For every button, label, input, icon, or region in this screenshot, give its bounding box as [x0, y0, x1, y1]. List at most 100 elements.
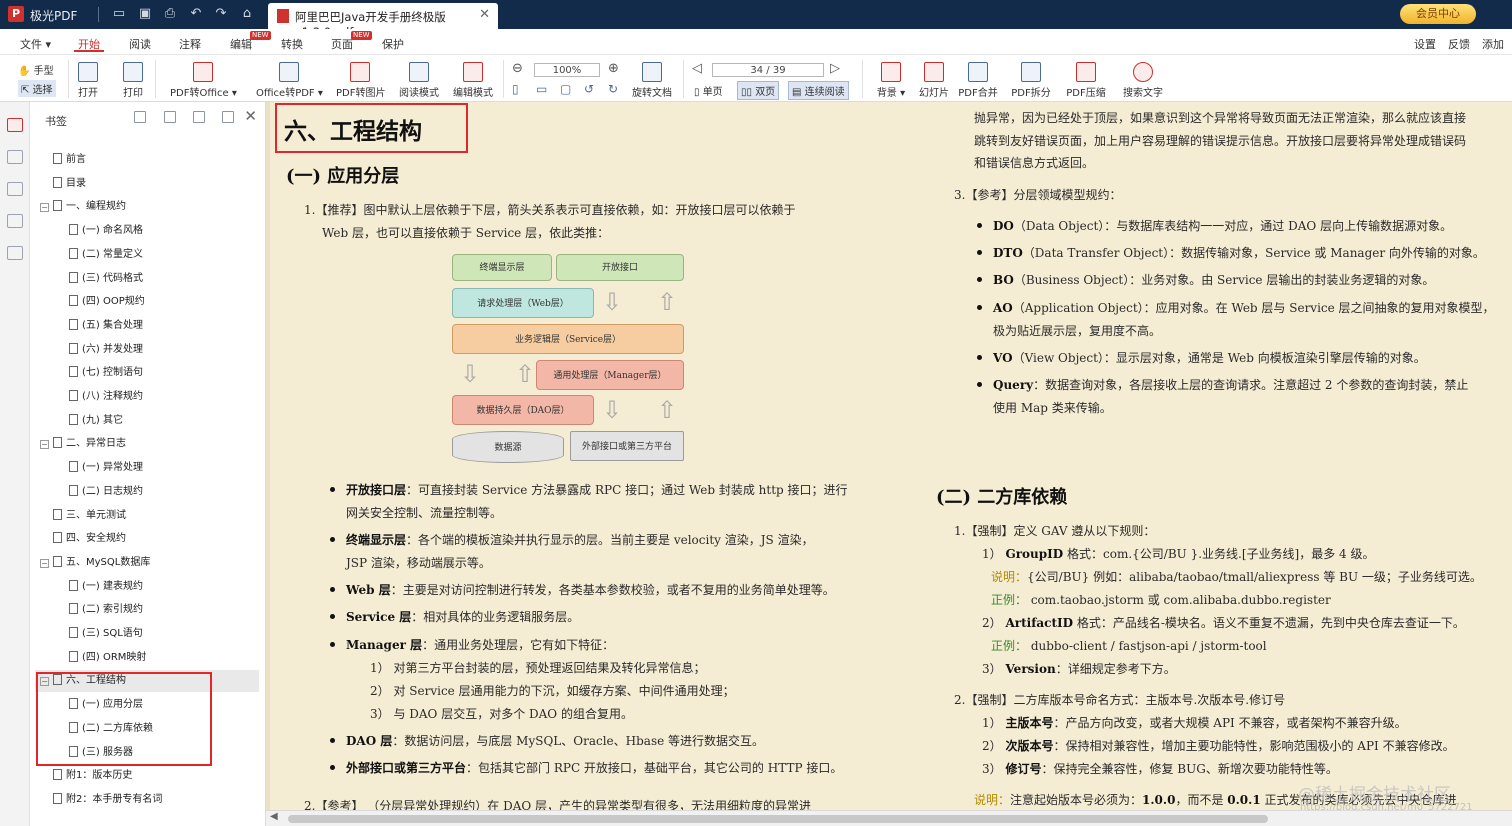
menu-page[interactable]: 页面 NEW — [331, 31, 372, 52]
bookmark-icon — [53, 769, 62, 781]
bookmark-item[interactable]: (一) 建表规约 — [69, 576, 251, 598]
annotation-panel-icon[interactable] — [7, 182, 23, 196]
menu-convert[interactable]: 转换 — [281, 36, 303, 52]
edit-icon — [463, 62, 483, 82]
bookmark-item[interactable]: (四) ORM映射 — [69, 647, 251, 669]
bookmark-item[interactable]: (二) 常量定义 — [69, 244, 251, 266]
menu-annotate[interactable]: 注释 — [179, 36, 201, 52]
next-page-icon[interactable]: ▷ — [830, 61, 840, 76]
horizontal-scrollbar[interactable]: ◀ — [266, 810, 1512, 826]
save-icon[interactable]: ▣ — [136, 5, 154, 23]
bookmark-item[interactable]: 附1：版本历史 — [40, 765, 251, 787]
collapse-toggle-icon[interactable]: − — [40, 203, 49, 213]
fit-page-icon[interactable]: ▯ — [512, 82, 519, 96]
bookmark-item[interactable]: (二) 索引规约 — [69, 599, 251, 621]
bookmark-item[interactable]: (三) 代码格式 — [69, 268, 251, 290]
add-bookmark-icon[interactable] — [193, 111, 205, 123]
menu-settings[interactable]: 设置 — [1414, 36, 1436, 52]
rotate-document-button[interactable]: 旋转文档 — [632, 62, 672, 99]
bookmark-item[interactable]: (一) 异常处理 — [69, 457, 251, 479]
diagram-web-layer: 请求处理层（Web层） — [452, 288, 594, 318]
diagram-open-api-layer: 开放接口 — [556, 254, 684, 281]
close-tab-icon[interactable]: ✕ — [479, 7, 490, 22]
menu-read[interactable]: 阅读 — [129, 36, 151, 52]
actual-size-icon[interactable]: ▢ — [560, 82, 571, 96]
select-tool[interactable]: ⇱ 选择 — [18, 80, 56, 97]
menu-edit[interactable]: 编辑 NEW — [230, 31, 271, 52]
redo-icon[interactable]: ↷ — [212, 5, 230, 23]
read-mode-button[interactable]: 阅读模式 — [398, 62, 440, 99]
bookmark-item[interactable]: (二) 日志规约 — [69, 481, 251, 503]
continuous-reading-button[interactable]: ▤ 连续阅读 — [788, 81, 849, 100]
menu-file[interactable]: 文件 ▾ — [20, 36, 51, 52]
scrollbar-thumb[interactable] — [288, 815, 1268, 823]
rotate-right-icon[interactable]: ↻ — [608, 82, 618, 96]
bookmark-item[interactable]: (五) 集合处理 — [69, 315, 251, 337]
vip-center-button[interactable]: 会员中心 — [1400, 4, 1476, 24]
office-to-pdf-button[interactable]: Office转PDF ▾ — [256, 62, 323, 99]
background-button[interactable]: 背景 ▾ — [874, 62, 908, 99]
hand-tool[interactable]: ✋ 手型 — [18, 62, 54, 77]
print-icon[interactable]: ⎙ — [161, 5, 179, 23]
open-button[interactable]: 打开 — [76, 62, 100, 99]
rotate-left-icon[interactable]: ↺ — [584, 82, 594, 96]
previous-page-icon[interactable]: ◁ — [692, 61, 702, 76]
bookmark-item[interactable]: (六) 并发处理 — [69, 339, 251, 361]
pdf-compress-button[interactable]: PDF压缩 — [1066, 62, 1106, 99]
bookmark-item[interactable]: 附2：本手册专有名词 — [40, 789, 251, 811]
document-tab[interactable]: 阿里巴巴Java开发手册终极版v1.3.0.pdf ✕ — [268, 3, 498, 39]
page-number-input[interactable]: 34 / 39 — [712, 63, 824, 77]
paragraph-line: 1.【推荐】图中默认上层依赖于下层，箭头关系表示可直接依赖，如：开放接口层可以依… — [304, 203, 796, 217]
pdf-to-image-button[interactable]: PDF转图片 — [336, 62, 385, 99]
bookmark-item[interactable]: (四) OOP规约 — [69, 291, 251, 313]
zoom-out-icon[interactable]: ⊖ — [512, 61, 523, 76]
menu-protect[interactable]: 保护 — [382, 36, 404, 52]
single-page-button[interactable]: ▯ 单页 — [694, 83, 723, 98]
scroll-left-icon[interactable]: ◀ — [270, 811, 278, 822]
bookmark-item[interactable]: (三) SQL语句 — [69, 623, 251, 645]
pdf-merge-button[interactable]: PDF合并 — [958, 62, 998, 99]
expand-all-icon[interactable] — [134, 111, 146, 123]
bookmark-item[interactable]: − 五、MySQL数据库 — [40, 552, 251, 574]
collapse-all-icon[interactable] — [164, 111, 176, 123]
pdf-to-office-button[interactable]: PDF转Office ▾ — [170, 62, 237, 99]
undo-icon[interactable]: ↶ — [187, 5, 205, 23]
bookmark-item[interactable]: (八) 注释规约 — [69, 386, 251, 408]
bookmark-item[interactable]: 前言 — [40, 149, 251, 171]
edit-mode-button[interactable]: 编辑模式 — [452, 62, 494, 99]
collapse-toggle-icon[interactable]: − — [40, 558, 49, 568]
home-icon[interactable]: ⌂ — [238, 5, 256, 23]
collapse-toggle-icon[interactable]: − — [40, 440, 49, 450]
slideshow-button[interactable]: 幻灯片 — [917, 62, 951, 99]
bookmark-item[interactable]: (九) 其它 — [69, 410, 251, 432]
bullet-term: 终端显示层 — [346, 533, 407, 547]
double-page-button[interactable]: ▯▯ 双页 — [737, 81, 780, 100]
pdf-split-button[interactable]: PDF拆分 — [1011, 62, 1051, 99]
menu-feedback[interactable]: 反馈 — [1448, 36, 1470, 52]
bookmark-item[interactable]: 三、单元测试 — [40, 505, 251, 527]
search-text-button[interactable]: 搜索文字 — [1121, 62, 1165, 99]
bookmark-item[interactable]: (一) 命名风格 — [69, 220, 251, 242]
thumbnail-panel-icon[interactable] — [7, 150, 23, 164]
bookmark-icon — [69, 461, 78, 473]
menu-add[interactable]: 添加 — [1482, 36, 1504, 52]
zoom-in-icon[interactable]: ⊕ — [608, 61, 619, 76]
zoom-input[interactable]: 100% — [534, 63, 600, 77]
paragraph-line: Web 层，也可以直接依赖于 Service 层，依此类推： — [322, 226, 610, 240]
vip-center-label: 会员中心 — [1416, 7, 1460, 20]
delete-bookmark-icon[interactable] — [222, 111, 234, 123]
text-panel-icon[interactable] — [7, 246, 23, 260]
bullet-item: DAO 层：数据访问层，与底层 MySQL、Oracle、Hbase 等进行数据… — [346, 732, 764, 749]
bookmark-item[interactable]: − 二、异常日志 — [40, 433, 251, 455]
close-sidebar-icon[interactable]: ✕ — [244, 107, 257, 125]
bookmark-item[interactable]: − 一、编程规约 — [40, 196, 251, 218]
print-button[interactable]: 打印 — [121, 62, 145, 99]
bookmark-item[interactable]: (七) 控制语句 — [69, 362, 251, 384]
search-panel-icon[interactable] — [7, 214, 23, 228]
open-folder-icon[interactable]: ▭ — [110, 5, 128, 23]
bookmark-panel-icon[interactable] — [7, 118, 23, 132]
bookmark-item[interactable]: 目录 — [40, 173, 251, 195]
fit-width-icon[interactable]: ▭ — [536, 82, 547, 96]
bookmark-label: (二) 常量定义 — [82, 248, 143, 260]
bookmark-item[interactable]: 四、安全规约 — [40, 528, 251, 550]
